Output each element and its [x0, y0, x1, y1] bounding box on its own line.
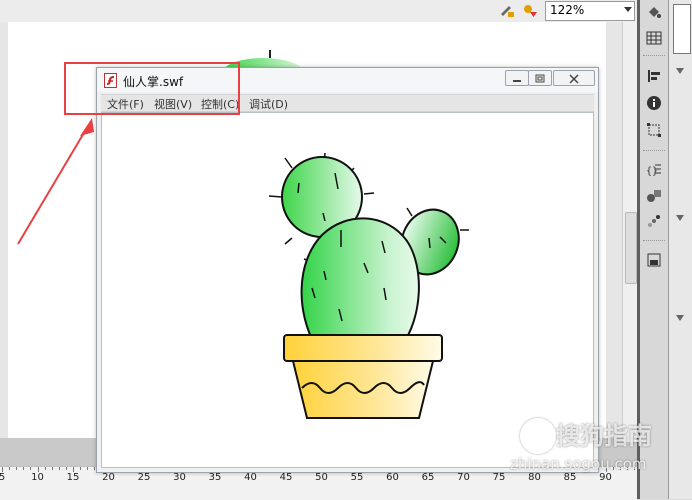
- ruler-label: 80: [528, 472, 541, 483]
- player-content[interactable]: [101, 112, 594, 468]
- ruler-tick: [58, 467, 60, 470]
- chevron-down-icon: [624, 7, 632, 12]
- ruler-label: 5: [0, 472, 6, 483]
- ruler-label: 45: [279, 472, 293, 483]
- transform-icon[interactable]: [646, 122, 662, 138]
- separator: [643, 240, 665, 242]
- edit-symbols-icon[interactable]: [499, 2, 515, 18]
- ruler-label: 40: [244, 472, 257, 483]
- motion-presets-icon[interactable]: [646, 213, 662, 229]
- menu-debug[interactable]: 调试(D): [249, 96, 288, 112]
- ruler-label: 90: [599, 472, 612, 483]
- components-icon[interactable]: [646, 188, 662, 204]
- svg-text:{}: {}: [646, 166, 658, 177]
- ruler-label: 65: [421, 472, 435, 483]
- restore-icon: [535, 74, 545, 83]
- ruler-tick: [80, 467, 82, 470]
- flash-player-window[interactable]: 仙人掌.swf 文件(F) 视图(V) 控制(C) 调试(D): [96, 67, 599, 473]
- separator: [643, 150, 665, 152]
- ruler-label: 15: [66, 472, 80, 483]
- ruler-label: 20: [102, 472, 115, 483]
- edit-scene-icon[interactable]: [522, 2, 538, 18]
- ruler-label: 70: [457, 472, 470, 483]
- ruler-tick: [51, 467, 53, 470]
- scrollbar-thumb[interactable]: [625, 212, 637, 284]
- ruler-label: 60: [386, 472, 399, 483]
- annotation-arrow: [17, 118, 94, 245]
- ruler-label: 10: [31, 472, 44, 483]
- watermark-logo-icon: [520, 418, 556, 454]
- ruler-tick: [44, 467, 46, 470]
- watermark-text: 搜狗指南: [556, 422, 652, 450]
- ide-toolbar: 122%: [0, 0, 637, 23]
- close-icon: [569, 74, 579, 84]
- close-button[interactable]: [553, 70, 595, 86]
- panel-preview: [673, 4, 691, 54]
- watermark-url: zhinan.sogou.com: [510, 455, 647, 473]
- cactus-illustration: [268, 152, 469, 419]
- zoom-value: 122%: [550, 3, 585, 17]
- ruler-label: 35: [208, 472, 222, 483]
- annotation-highlight-box: [64, 62, 240, 115]
- ruler-tick: [16, 467, 18, 470]
- library-icon[interactable]: [646, 252, 662, 268]
- align-icon[interactable]: [646, 68, 662, 84]
- maximize-button[interactable]: [528, 70, 552, 86]
- paint-bucket-icon[interactable]: [646, 4, 662, 20]
- ruler-label: 55: [350, 472, 364, 483]
- separator: [643, 55, 665, 57]
- info-icon[interactable]: [646, 95, 662, 111]
- ruler-tick: [30, 467, 32, 470]
- ruler-label: 85: [563, 472, 577, 483]
- grid-icon[interactable]: [646, 30, 662, 46]
- zoom-select[interactable]: 122%: [545, 1, 635, 21]
- ruler-label: 75: [492, 472, 506, 483]
- code-snippet-icon[interactable]: {}: [646, 162, 662, 178]
- minimize-button[interactable]: [505, 70, 529, 86]
- properties-panel: [669, 0, 692, 499]
- chevron-down-icon[interactable]: [676, 215, 684, 221]
- ruler-label: 50: [315, 472, 328, 483]
- vertical-scrollbar[interactable]: [622, 22, 638, 442]
- ruler-tick: [87, 467, 89, 470]
- minimize-icon: [513, 80, 521, 82]
- ruler-tick: [65, 467, 67, 470]
- ruler-label: 30: [173, 472, 186, 483]
- ruler-tick: [23, 467, 25, 470]
- chevron-down-icon[interactable]: [676, 315, 684, 321]
- ruler-tick: [9, 467, 11, 470]
- chevron-down-icon[interactable]: [676, 68, 684, 74]
- ruler-label: 25: [137, 472, 151, 483]
